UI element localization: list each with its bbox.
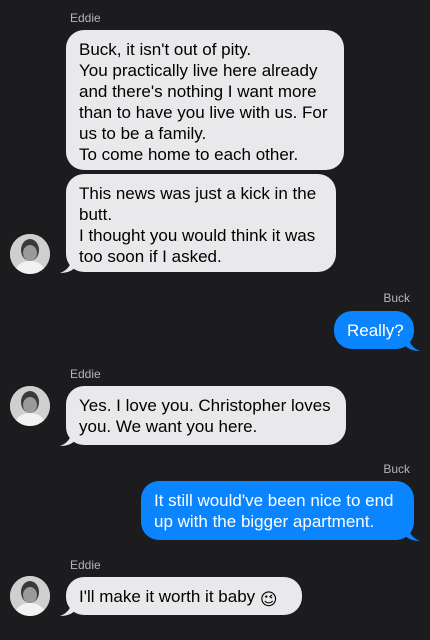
- bubble-tail-incoming: [60, 599, 76, 616]
- bubble-tail-outgoing: [404, 524, 420, 541]
- contact-avatar[interactable]: [10, 234, 50, 274]
- avatar-photo-icon: [10, 576, 50, 616]
- message-line: It still would've been nice to end: [154, 491, 394, 510]
- message-line: Yes. I love you. Christopher loves: [79, 396, 331, 415]
- avatar-photo-icon: [10, 386, 50, 426]
- message-text: I'll make it worth it baby: [79, 587, 256, 606]
- sender-label: Buck: [383, 291, 410, 305]
- sender-label: Buck: [383, 462, 410, 476]
- bubble-tail-outgoing: [404, 334, 420, 351]
- message-bubble-incoming[interactable]: Buck, it isn't out of pity. You practica…: [66, 30, 344, 170]
- message-line: Buck, it isn't out of pity.: [79, 40, 252, 59]
- message-line: and there's nothing I want more: [79, 82, 317, 101]
- bubble-tail-incoming: [60, 429, 76, 446]
- message-line: butt.: [79, 205, 113, 224]
- contact-avatar[interactable]: [10, 576, 50, 616]
- bubble-tail-incoming: [60, 256, 76, 273]
- message-line: up with the bigger apartment.: [154, 512, 375, 531]
- message-line: To come home to each other.: [79, 145, 299, 164]
- message-line: too soon if I asked.: [79, 247, 222, 266]
- winking-face-emoji: 😉: [259, 590, 278, 609]
- contact-avatar[interactable]: [10, 386, 50, 426]
- message-line: This news was just a kick in the: [79, 184, 317, 203]
- message-line: you. We want you here.: [79, 417, 258, 436]
- message-thread: Eddie Buck, it isn't out of pity. You pr…: [0, 0, 430, 640]
- message-line: You practically live here already: [79, 61, 318, 80]
- sender-label: Eddie: [70, 11, 101, 25]
- message-line: Really?: [347, 321, 404, 340]
- message-bubble-incoming[interactable]: This news was just a kick in the butt. I…: [66, 174, 336, 272]
- message-bubble-incoming[interactable]: Yes. I love you. Christopher loves you. …: [66, 386, 346, 445]
- message-line: I thought you would think it was: [79, 226, 316, 245]
- message-bubble-incoming[interactable]: I'll make it worth it baby 😉: [66, 577, 302, 615]
- sender-label: Eddie: [70, 558, 101, 572]
- message-line: us to be a family.: [79, 124, 207, 143]
- message-line: than to have you live with us. For: [79, 103, 328, 122]
- sender-label: Eddie: [70, 367, 101, 381]
- message-bubble-outgoing[interactable]: It still would've been nice to end up wi…: [141, 481, 414, 540]
- message-line: I'll make it worth it baby 😉: [79, 586, 289, 610]
- message-bubble-outgoing[interactable]: Really?: [334, 311, 414, 349]
- avatar-photo-icon: [10, 234, 50, 274]
